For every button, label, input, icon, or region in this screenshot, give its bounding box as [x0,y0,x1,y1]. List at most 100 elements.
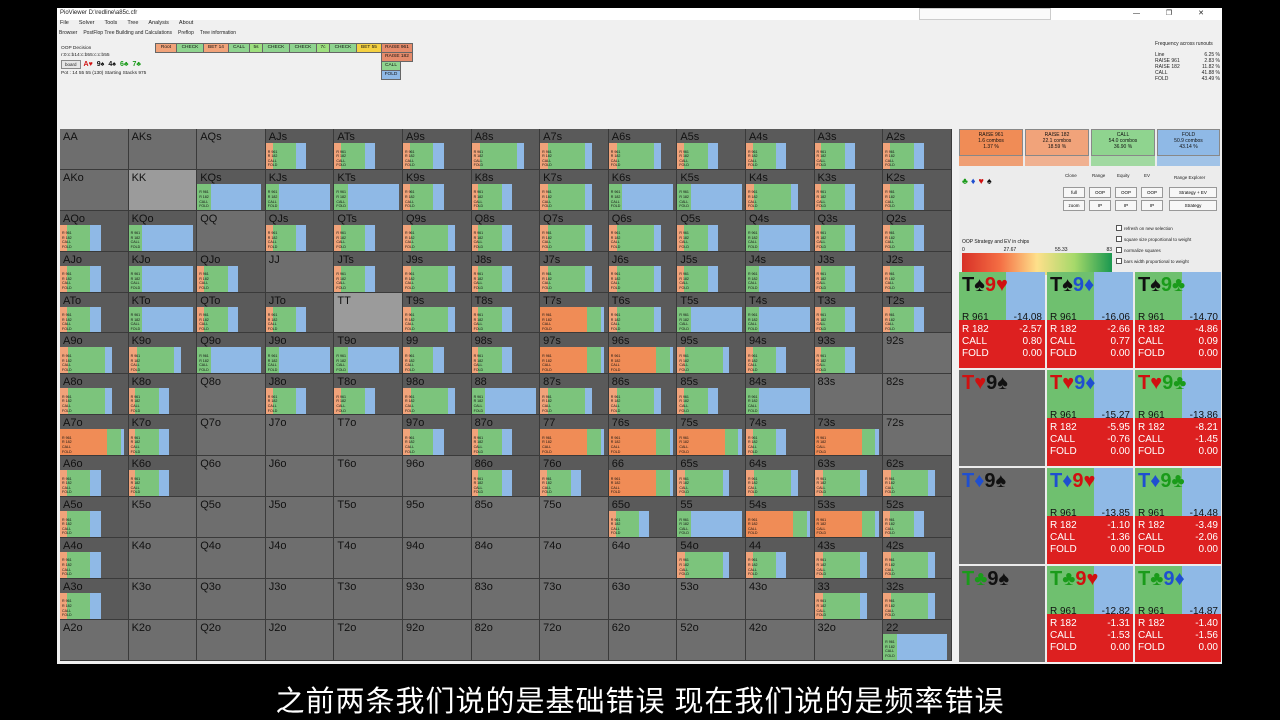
hand-cell-q8s[interactable]: Q8s R 961 R 182 CALL FOLD [471,210,541,252]
hand-cell-a2o[interactable]: A2o [60,619,129,661]
hand-cell-85s[interactable]: 85s R 961 R 182 CALL FOLD [677,374,746,416]
hand-cell-a4s[interactable]: A4s R 961 R 182 CALL FOLD [745,129,815,170]
hand-cell-64o[interactable]: 64o [608,537,678,579]
combo-cell[interactable]: T♦9♠ [959,468,1045,564]
hand-cell-95o[interactable]: 95o [402,497,472,538]
tab-0[interactable]: Browser [59,30,77,36]
hand-cell-a7o[interactable]: A7o R 961 R 182 CALL FOLD [60,415,129,457]
hand-cell-q2o[interactable]: Q2o [197,619,266,661]
hand-cell-k5o[interactable]: K5o [128,497,198,538]
hand-cell-ako[interactable]: AKo [60,169,129,211]
hand-cell-54s[interactable]: 54s R 961 R 182 CALL FOLD [745,497,815,538]
tab-3[interactable]: Tree information [200,30,236,36]
hand-cell-aks[interactable]: AKs [128,129,198,170]
hand-cell-44[interactable]: 44 R 961 R 182 CALL FOLD [745,537,815,579]
hand-cell-83o[interactable]: 83o [471,578,541,620]
hand-cell-82o[interactable]: 82o [471,619,541,661]
tree-node-5s[interactable]: 5s [249,43,263,53]
suit-icon[interactable]: ♠ [987,176,992,186]
option-checkbox[interactable]: refresh on new selection [1116,225,1173,231]
toggle-button-ip[interactable]: IP [1115,200,1137,211]
hand-cell-j2o[interactable]: J2o [265,619,335,661]
hand-cell-94s[interactable]: 94s R 961 R 182 CALL FOLD [745,333,815,375]
hand-cell-j7s[interactable]: J7s R 961 R 182 CALL FOLD [540,251,609,293]
hand-cell-33[interactable]: 33 R 961 R 182 CALL FOLD [814,578,884,620]
checkbox-box[interactable] [1116,247,1122,253]
hand-cell-qto[interactable]: QTo R 961 R 182 CALL FOLD [197,292,266,334]
suit-icon[interactable]: ♥ [979,176,984,186]
tree-node-call[interactable]: CALL [228,43,250,53]
hand-cell-52s[interactable]: 52s R 961 R 182 CALL FOLD [883,497,952,538]
combo-cell[interactable]: T♦9♥ R 961 -13.85 R 182 -1.10 CALL -1.36 FOLD 0.… [1047,468,1133,564]
hand-cell-k8s[interactable]: K8s R 961 R 182 CALL FOLD [471,169,541,211]
hand-cell-88[interactable]: 88 R 961 R 182 CALL FOLD [471,374,541,416]
hand-cell-k2o[interactable]: K2o [128,619,198,661]
menu-item-file[interactable]: File [60,20,69,26]
tab-2[interactable]: Preflop [178,30,194,36]
hand-cell-k3s[interactable]: K3s R 961 R 182 CALL FOLD [814,169,884,211]
hand-cell-a3s[interactable]: A3s R 961 R 182 CALL FOLD [814,129,884,170]
toggle-button-oop[interactable]: OOP [1115,187,1137,198]
hand-cell-98o[interactable]: 98o R 961 R 182 CALL FOLD [402,374,472,416]
hand-cell-j5s[interactable]: J5s R 961 R 182 CALL FOLD [677,251,746,293]
combo-cell[interactable]: T♥9♠ [959,370,1045,466]
menu-item-tools[interactable]: Tools [104,20,117,26]
toggle-button-oop[interactable]: OOP [1141,187,1163,198]
hand-cell-ajs[interactable]: AJs R 961 R 182 CALL FOLD [265,129,335,170]
hand-cell-q7s[interactable]: Q7s R 961 R 182 CALL FOLD [540,210,609,252]
hand-cell-k7o[interactable]: K7o R 961 R 182 CALL FOLD [128,415,198,457]
combo-cell[interactable]: T♣9♠ [959,566,1045,662]
hand-cell-73o[interactable]: 73o [540,578,609,620]
hand-cell-j6o[interactable]: J6o [265,456,335,498]
board-button[interactable]: board [61,60,81,69]
tree-node-check[interactable]: CHECK [329,43,357,53]
combo-cell[interactable]: T♦9♣ R 961 -14.48 R 182 -3.49 CALL -2.06 FOLD 0.… [1135,468,1221,564]
hand-cell-q9s[interactable]: Q9s R 961 R 182 CALL FOLD [402,210,472,252]
hand-cell-j3s[interactable]: J3s R 961 R 182 CALL FOLD [814,251,884,293]
hand-cell-95s[interactable]: 95s R 961 R 182 CALL FOLD [677,333,746,375]
hand-cell-t8o[interactable]: T8o R 961 R 182 CALL FOLD [334,374,403,416]
hand-cell-k4s[interactable]: K4s R 961 R 182 CALL FOLD [745,169,815,211]
hand-cell-t9s[interactable]: T9s R 961 R 182 CALL FOLD [402,292,472,334]
tree-node-fold[interactable]: FOLD [381,70,401,80]
hand-cell-t8s[interactable]: T8s R 961 R 182 CALL FOLD [471,292,541,334]
hand-cell-83s[interactable]: 83s [814,374,884,416]
hand-cell-93o[interactable]: 93o [402,578,472,620]
hand-cell-66[interactable]: 66 R 961 R 182 CALL FOLD [608,456,678,498]
option-checkbox[interactable]: bars width proportional to weight [1116,258,1189,264]
hand-cell-j2s[interactable]: J2s R 961 R 182 CALL FOLD [883,251,952,293]
hand-cell-q5o[interactable]: Q5o [197,497,266,538]
hand-cell-53o[interactable]: 53o [677,578,746,620]
hand-cell-t9o[interactable]: T9o R 961 R 182 CALL FOLD [334,333,403,375]
hand-cell-62o[interactable]: 62o [608,619,678,661]
hand-cell-j9s[interactable]: J9s R 961 R 182 CALL FOLD [402,251,472,293]
hand-cell-86o[interactable]: 86o R 961 R 182 CALL FOLD [471,456,541,498]
hand-cell-t5s[interactable]: T5s R 961 R 182 CALL FOLD [677,292,746,334]
hand-cell-q9o[interactable]: Q9o R 961 R 182 CALL FOLD [197,333,266,375]
hand-cell-qjs[interactable]: QJs R 961 R 182 CALL FOLD [265,210,335,252]
hand-cell-k3o[interactable]: K3o [128,578,198,620]
hand-cell-q3s[interactable]: Q3s R 961 R 182 CALL FOLD [814,210,884,252]
hand-cell-j3o[interactable]: J3o [265,578,335,620]
hand-cell-84s[interactable]: 84s R 961 R 182 CALL FOLD [745,374,815,416]
hand-cell-j8o[interactable]: J8o R 961 R 182 CALL FOLD [265,374,335,416]
hand-cell-k4o[interactable]: K4o [128,537,198,579]
hand-cell-96s[interactable]: 96s R 961 R 182 CALL FOLD [608,333,678,375]
combo-cell[interactable]: T♥9♣ R 961 -13.86 R 182 -8.21 CALL -1.45 FOLD 0.… [1135,370,1221,466]
hand-cell-87o[interactable]: 87o R 961 R 182 CALL FOLD [471,415,541,457]
hand-cell-32s[interactable]: 32s R 961 R 182 CALL FOLD [883,578,952,620]
checkbox-box[interactable] [1116,236,1122,242]
hand-cell-a8o[interactable]: A8o R 961 R 182 CALL FOLD [60,374,129,416]
hand-cell-84o[interactable]: 84o [471,537,541,579]
hand-cell-a6s[interactable]: A6s R 961 R 182 CALL FOLD [608,129,678,170]
hand-cell-qts[interactable]: QTs R 961 R 182 CALL FOLD [334,210,403,252]
tree-node-check[interactable]: CHECK [176,43,204,53]
hand-cell-a6o[interactable]: A6o R 961 R 182 CALL FOLD [60,456,129,498]
hand-cell-jj[interactable]: JJ [265,251,335,293]
hand-cell-22[interactable]: 22 R 961 R 182 CALL FOLD [883,619,952,661]
window-controls[interactable]: — ❐ ✕ [1133,9,1216,17]
hand-cell-q6o[interactable]: Q6o [197,456,266,498]
hand-cell-q7o[interactable]: Q7o [197,415,266,457]
hand-cell-77[interactable]: 77 R 961 R 182 CALL FOLD [540,415,609,457]
hand-cell-k6s[interactable]: K6s R 961 R 182 CALL FOLD [608,169,678,211]
